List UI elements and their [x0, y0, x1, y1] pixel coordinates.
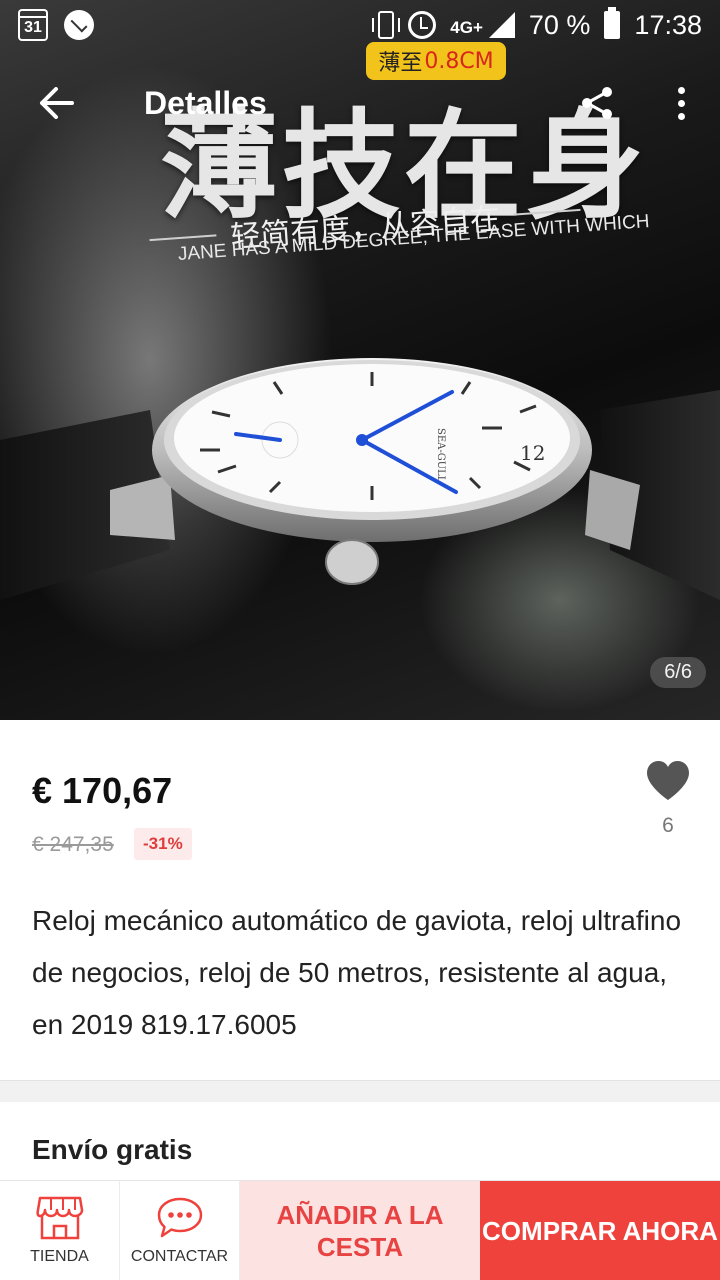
- status-bar: 31 4G+ 70 % 17:38: [0, 0, 720, 50]
- bottom-action-bar: TIENDA CONTACTAR AÑADIR A LA CESTA COMPR…: [0, 1180, 720, 1280]
- section-divider: [0, 1080, 720, 1102]
- add-to-cart-button[interactable]: AÑADIR A LA CESTA: [240, 1181, 480, 1280]
- dial-numeral: 12: [520, 441, 545, 465]
- signal-icon: [488, 12, 515, 38]
- buy-now-button[interactable]: COMPRAR AHORA: [480, 1181, 720, 1280]
- page-title: Detalles: [144, 84, 267, 121]
- wishlist-count: 6: [662, 814, 674, 837]
- store-label: TIENDA: [30, 1248, 89, 1265]
- contact-label: CONTACTAR: [130, 1248, 229, 1265]
- shipping-label: Envío gratis: [32, 1134, 193, 1165]
- watch-crown: [325, 539, 379, 585]
- share-icon: [582, 87, 612, 119]
- battery-icon: [604, 7, 621, 39]
- store-icon: [35, 1196, 83, 1240]
- sync-icon: [64, 10, 94, 40]
- chat-icon: [157, 1197, 202, 1238]
- heart-icon: [647, 761, 689, 800]
- watch-brand: SEA-GULL: [435, 428, 446, 483]
- product-title: Reloj mecánico automático de gaviota, re…: [32, 905, 682, 1040]
- discount-badge: -31%: [134, 828, 192, 860]
- store-button[interactable]: TIENDA: [0, 1181, 120, 1280]
- current-price: € 170,67: [32, 770, 173, 811]
- contact-button[interactable]: CONTACTAR: [120, 1181, 240, 1280]
- more-vertical-icon: [677, 86, 685, 94]
- original-price: € 247,35: [32, 833, 114, 856]
- battery-level: 70 %: [528, 9, 591, 40]
- network-type: 4G+: [450, 17, 483, 37]
- wishlist-button[interactable]: 6: [640, 760, 696, 838]
- alarm-icon: [408, 11, 437, 39]
- shipping-section[interactable]: Envío gratis: [0, 1102, 720, 1180]
- product-info: € 170,67 € 247,35 -31% 6 Reloj mecánico …: [0, 720, 720, 1080]
- image-counter: 6/6: [650, 657, 706, 688]
- share-button[interactable]: [570, 76, 624, 130]
- calendar-icon: 31: [18, 9, 48, 41]
- watch-illustration: 12 SEA-GULL: [0, 358, 720, 600]
- back-button[interactable]: [24, 71, 88, 135]
- status-time: 17:38: [634, 9, 702, 40]
- product-image-carousel[interactable]: 薄至 0.8CM 薄技在身 轻简有度，从容自在 JANE HAS A MILD D…: [0, 0, 720, 720]
- app-bar: Detalles: [0, 58, 720, 148]
- arrow-left-icon: [40, 87, 74, 119]
- vibrate-icon: [372, 11, 401, 39]
- more-options-button[interactable]: [666, 76, 696, 130]
